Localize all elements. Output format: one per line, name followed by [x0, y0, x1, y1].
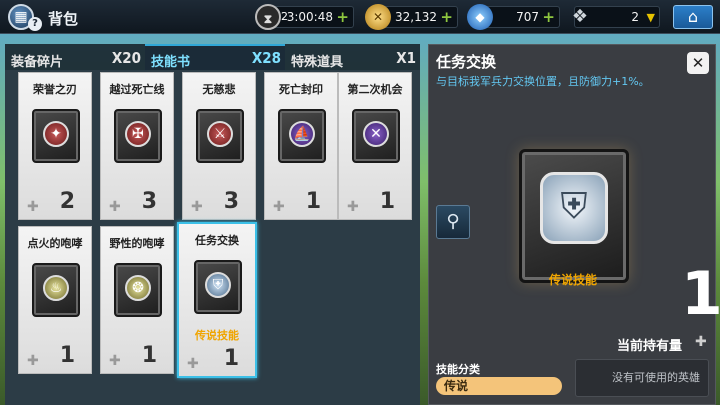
owned-count: 1 — [681, 259, 720, 329]
legend-skill-label: 传说技能 — [195, 329, 239, 342]
skill-name: 荣誉之刃 — [33, 83, 77, 96]
skill-card[interactable]: 点火的咆哮 ♨ ✚ 1 — [18, 226, 92, 374]
owned-label: 当前持有量 — [617, 339, 683, 354]
magnifier-icon: ⚲ — [446, 211, 460, 232]
skill-book-large: ⛨ — [519, 149, 629, 283]
puzzle-icon: ✚ — [27, 199, 39, 215]
home-button[interactable]: ⌂ — [673, 5, 713, 29]
skill-book-icon: ♨ — [32, 263, 80, 317]
skill-quantity: 3 — [141, 189, 157, 214]
flame-icon: ♨ — [43, 275, 69, 301]
skill-name: 越过死亡线 — [109, 83, 165, 96]
crystal-value: 2 — [631, 10, 639, 24]
skill-book-icon: ✠ — [114, 109, 162, 163]
shield-swap-icon: ⛨ — [540, 172, 608, 244]
skull-cross-icon: ✠ — [125, 121, 151, 147]
skill-quantity: 1 — [379, 189, 395, 214]
gold-coin-icon: ✕ — [365, 4, 391, 30]
gold-value: 32,132 — [395, 10, 437, 24]
add-gold-icon[interactable]: + — [440, 8, 453, 26]
puzzle-icon: ✚ — [191, 199, 203, 215]
skill-card[interactable]: 死亡封印 ⛵ ✚ 1 — [264, 72, 338, 220]
hourglass-icon: ⧗ — [255, 4, 281, 30]
puzzle-icon: ✚ — [109, 199, 121, 215]
category-label: 技能分类 — [436, 363, 480, 376]
crossed-blades-icon: ✕ — [363, 121, 389, 147]
beast-icon: ❂ — [125, 275, 151, 301]
skill-book-icon: ⚔ — [196, 109, 244, 163]
detail-title: 任务交换 — [436, 53, 497, 71]
skill-book-icon: ✕ — [352, 109, 400, 163]
puzzle-icon: ✚ — [27, 353, 39, 369]
slash-icon: ⚔ — [207, 121, 233, 147]
home-icon: ⌂ — [687, 7, 699, 26]
skill-book-icon: ⛨ — [194, 260, 242, 314]
puzzle-icon: ✚ — [347, 199, 359, 215]
skill-quantity: 1 — [305, 189, 321, 214]
sword-wings-icon: ✦ — [43, 121, 69, 147]
tab-label: 装备碎片 — [11, 55, 64, 70]
top-bar: ▦ ? 背包 ⧗ 2 3:00:48 + ✕ 32,132 + ◆ 707 + … — [0, 0, 720, 34]
tab-skill-books[interactable]: 技能书 X28 — [145, 44, 285, 70]
skill-name: 死亡封印 — [279, 83, 323, 96]
shield-swap-icon: ⛨ — [205, 272, 231, 298]
gems-value: 707 — [516, 10, 539, 24]
blue-gem-icon: ◆ — [467, 4, 493, 30]
skill-detail-panel: 任务交换 与目标我军兵力交换位置，且防御力+1%。 ✕ ⚲ ⛨ 传说技能 1 当… — [428, 44, 720, 405]
skill-name: 点火的咆哮 — [27, 237, 83, 250]
skill-book-icon: ❂ — [114, 263, 162, 317]
add-timer-icon[interactable]: + — [336, 8, 349, 26]
puzzle-icon: ✚ — [109, 353, 121, 369]
crystal-resource[interactable]: ❖ 2 ▼ — [572, 6, 660, 28]
skill-card[interactable]: 第二次机会 ✕ ✚ 1 — [338, 72, 412, 220]
skill-card[interactable]: 荣誉之刃 ✦ ✚ 2 — [18, 72, 92, 220]
skill-quantity: 1 — [59, 343, 75, 368]
gems-resource[interactable]: ◆ 707 + — [467, 4, 560, 30]
skill-name: 野性的咆哮 — [109, 237, 165, 250]
category-value: 传说 — [436, 377, 562, 395]
crystal-icon: ❖ — [571, 6, 589, 27]
magnify-button[interactable]: ⚲ — [436, 205, 470, 239]
skill-card[interactable]: 越过死亡线 ✠ ✚ 3 — [100, 72, 174, 220]
puzzle-icon: ✚ — [187, 356, 199, 372]
ship-seal-icon: ⛵ — [289, 121, 315, 147]
skill-book-icon: ⛵ — [278, 109, 326, 163]
chevron-down-icon[interactable]: ▼ — [647, 11, 655, 24]
skill-name: 任务交换 — [195, 234, 239, 247]
page-title: 背包 — [48, 10, 79, 28]
detail-description: 与目标我军兵力交换位置，且防御力+1%。 — [436, 75, 650, 88]
skill-name: 无慈悲 — [202, 83, 236, 96]
usable-heroes-box: 没有可使用的英雄 — [575, 359, 709, 397]
inventory-panel: 装备碎片 X20 技能书 X28 特殊道具 X1 荣誉之刃 ✦ ✚ 2 越过死亡… — [5, 44, 420, 405]
skill-card[interactable]: 无慈悲 ⚔ ✚ 3 — [182, 72, 256, 220]
puzzle-icon: ✚ — [273, 199, 285, 215]
skill-book-icon: ✦ — [32, 109, 80, 163]
help-icon[interactable]: ? — [28, 17, 42, 31]
timer-resource[interactable]: ⧗ 2 3:00:48 + — [255, 4, 354, 30]
puzzle-icon: ✚ — [695, 334, 707, 350]
skill-book-grid: 荣誉之刃 ✦ ✚ 2 越过死亡线 ✠ ✚ 3 无慈悲 ⚔ ✚ 3 死亡封印 ⛵ … — [5, 70, 420, 405]
skill-card-selected[interactable]: 任务交换 ⛨ 传说技能 ✚ 1 — [177, 222, 257, 378]
add-gems-icon[interactable]: + — [542, 8, 555, 26]
close-icon: ✕ — [691, 54, 705, 72]
tab-special-items[interactable]: 特殊道具 X1 — [285, 44, 420, 70]
skill-quantity: 1 — [141, 343, 157, 368]
gold-resource[interactable]: ✕ 32,132 + — [365, 4, 458, 30]
skill-quantity: 2 — [59, 189, 75, 214]
tab-label: 技能书 — [151, 55, 191, 70]
skill-quantity: 3 — [223, 189, 239, 214]
tab-count: X28 — [251, 49, 281, 67]
skill-card[interactable]: 野性的咆哮 ❂ ✚ 1 — [100, 226, 174, 374]
tab-count: X20 — [111, 49, 141, 67]
tab-label: 特殊道具 — [291, 55, 344, 70]
timer-value: 3:00:48 — [286, 10, 333, 24]
close-button[interactable]: ✕ — [687, 52, 709, 74]
skill-name: 第二次机会 — [347, 83, 403, 96]
legend-skill-label: 传说技能 — [548, 273, 597, 287]
tab-count: X1 — [396, 49, 416, 67]
tab-equipment-fragments[interactable]: 装备碎片 X20 — [5, 44, 145, 70]
skill-quantity: 1 — [223, 346, 239, 371]
